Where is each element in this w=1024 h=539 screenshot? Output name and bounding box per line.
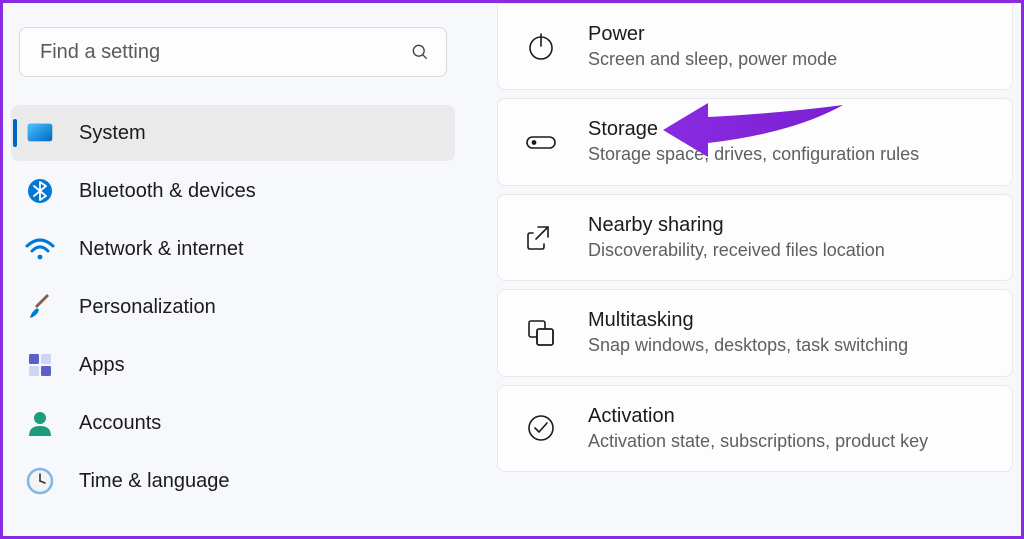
- card-title: Nearby sharing: [588, 213, 885, 237]
- card-subtitle: Snap windows, desktops, task switching: [588, 334, 908, 357]
- sidebar-item-system[interactable]: System: [11, 105, 455, 161]
- storage-icon: [522, 123, 560, 161]
- sidebar-item-bluetooth[interactable]: Bluetooth & devices: [11, 163, 455, 219]
- main-panel: Power Screen and sleep, power mode Stora…: [483, 3, 1021, 480]
- settings-card-storage[interactable]: Storage Storage space, drives, configura…: [497, 98, 1013, 185]
- card-title: Multitasking: [588, 308, 908, 332]
- sidebar-item-label: Personalization: [79, 296, 216, 319]
- card-subtitle: Activation state, subscriptions, product…: [588, 430, 928, 453]
- share-icon: [522, 218, 560, 256]
- sidebar-item-label: System: [79, 122, 146, 145]
- sidebar-item-label: Apps: [79, 354, 125, 377]
- nav-list: System Bluetooth & devices Network & int…: [11, 105, 455, 509]
- apps-icon: [25, 350, 55, 380]
- sidebar-item-accounts[interactable]: Accounts: [11, 395, 455, 451]
- brush-icon: [25, 292, 55, 322]
- sidebar-item-time-language[interactable]: Time & language: [11, 453, 455, 509]
- card-subtitle: Screen and sleep, power mode: [588, 48, 837, 71]
- settings-card-multitasking[interactable]: Multitasking Snap windows, desktops, tas…: [497, 289, 1013, 376]
- settings-card-nearby-sharing[interactable]: Nearby sharing Discoverability, received…: [497, 194, 1013, 281]
- sidebar-item-label: Accounts: [79, 412, 161, 435]
- activation-icon: [522, 409, 560, 447]
- card-subtitle: Discoverability, received files location: [588, 239, 885, 262]
- wifi-icon: [25, 234, 55, 264]
- card-title: Activation: [588, 404, 928, 428]
- sidebar-item-apps[interactable]: Apps: [11, 337, 455, 393]
- sidebar-item-label: Time & language: [79, 470, 229, 493]
- sidebar-item-network[interactable]: Network & internet: [11, 221, 455, 277]
- card-title: Storage: [588, 117, 919, 141]
- monitor-icon: [25, 118, 55, 148]
- search-input[interactable]: [40, 41, 410, 64]
- bluetooth-icon: [25, 176, 55, 206]
- search-box[interactable]: [19, 27, 447, 77]
- search-icon: [410, 42, 430, 62]
- settings-card-activation[interactable]: Activation Activation state, subscriptio…: [497, 385, 1013, 472]
- sidebar-item-label: Network & internet: [79, 238, 244, 261]
- power-icon: [522, 28, 560, 66]
- multitask-icon: [522, 314, 560, 352]
- sidebar-item-personalization[interactable]: Personalization: [11, 279, 455, 335]
- clock-icon: [25, 466, 55, 496]
- card-subtitle: Storage space, drives, configuration rul…: [588, 143, 919, 166]
- sidebar: System Bluetooth & devices Network & int…: [3, 3, 473, 536]
- card-title: Power: [588, 22, 837, 46]
- sidebar-item-label: Bluetooth & devices: [79, 180, 256, 203]
- settings-card-power[interactable]: Power Screen and sleep, power mode: [497, 3, 1013, 90]
- account-icon: [25, 408, 55, 438]
